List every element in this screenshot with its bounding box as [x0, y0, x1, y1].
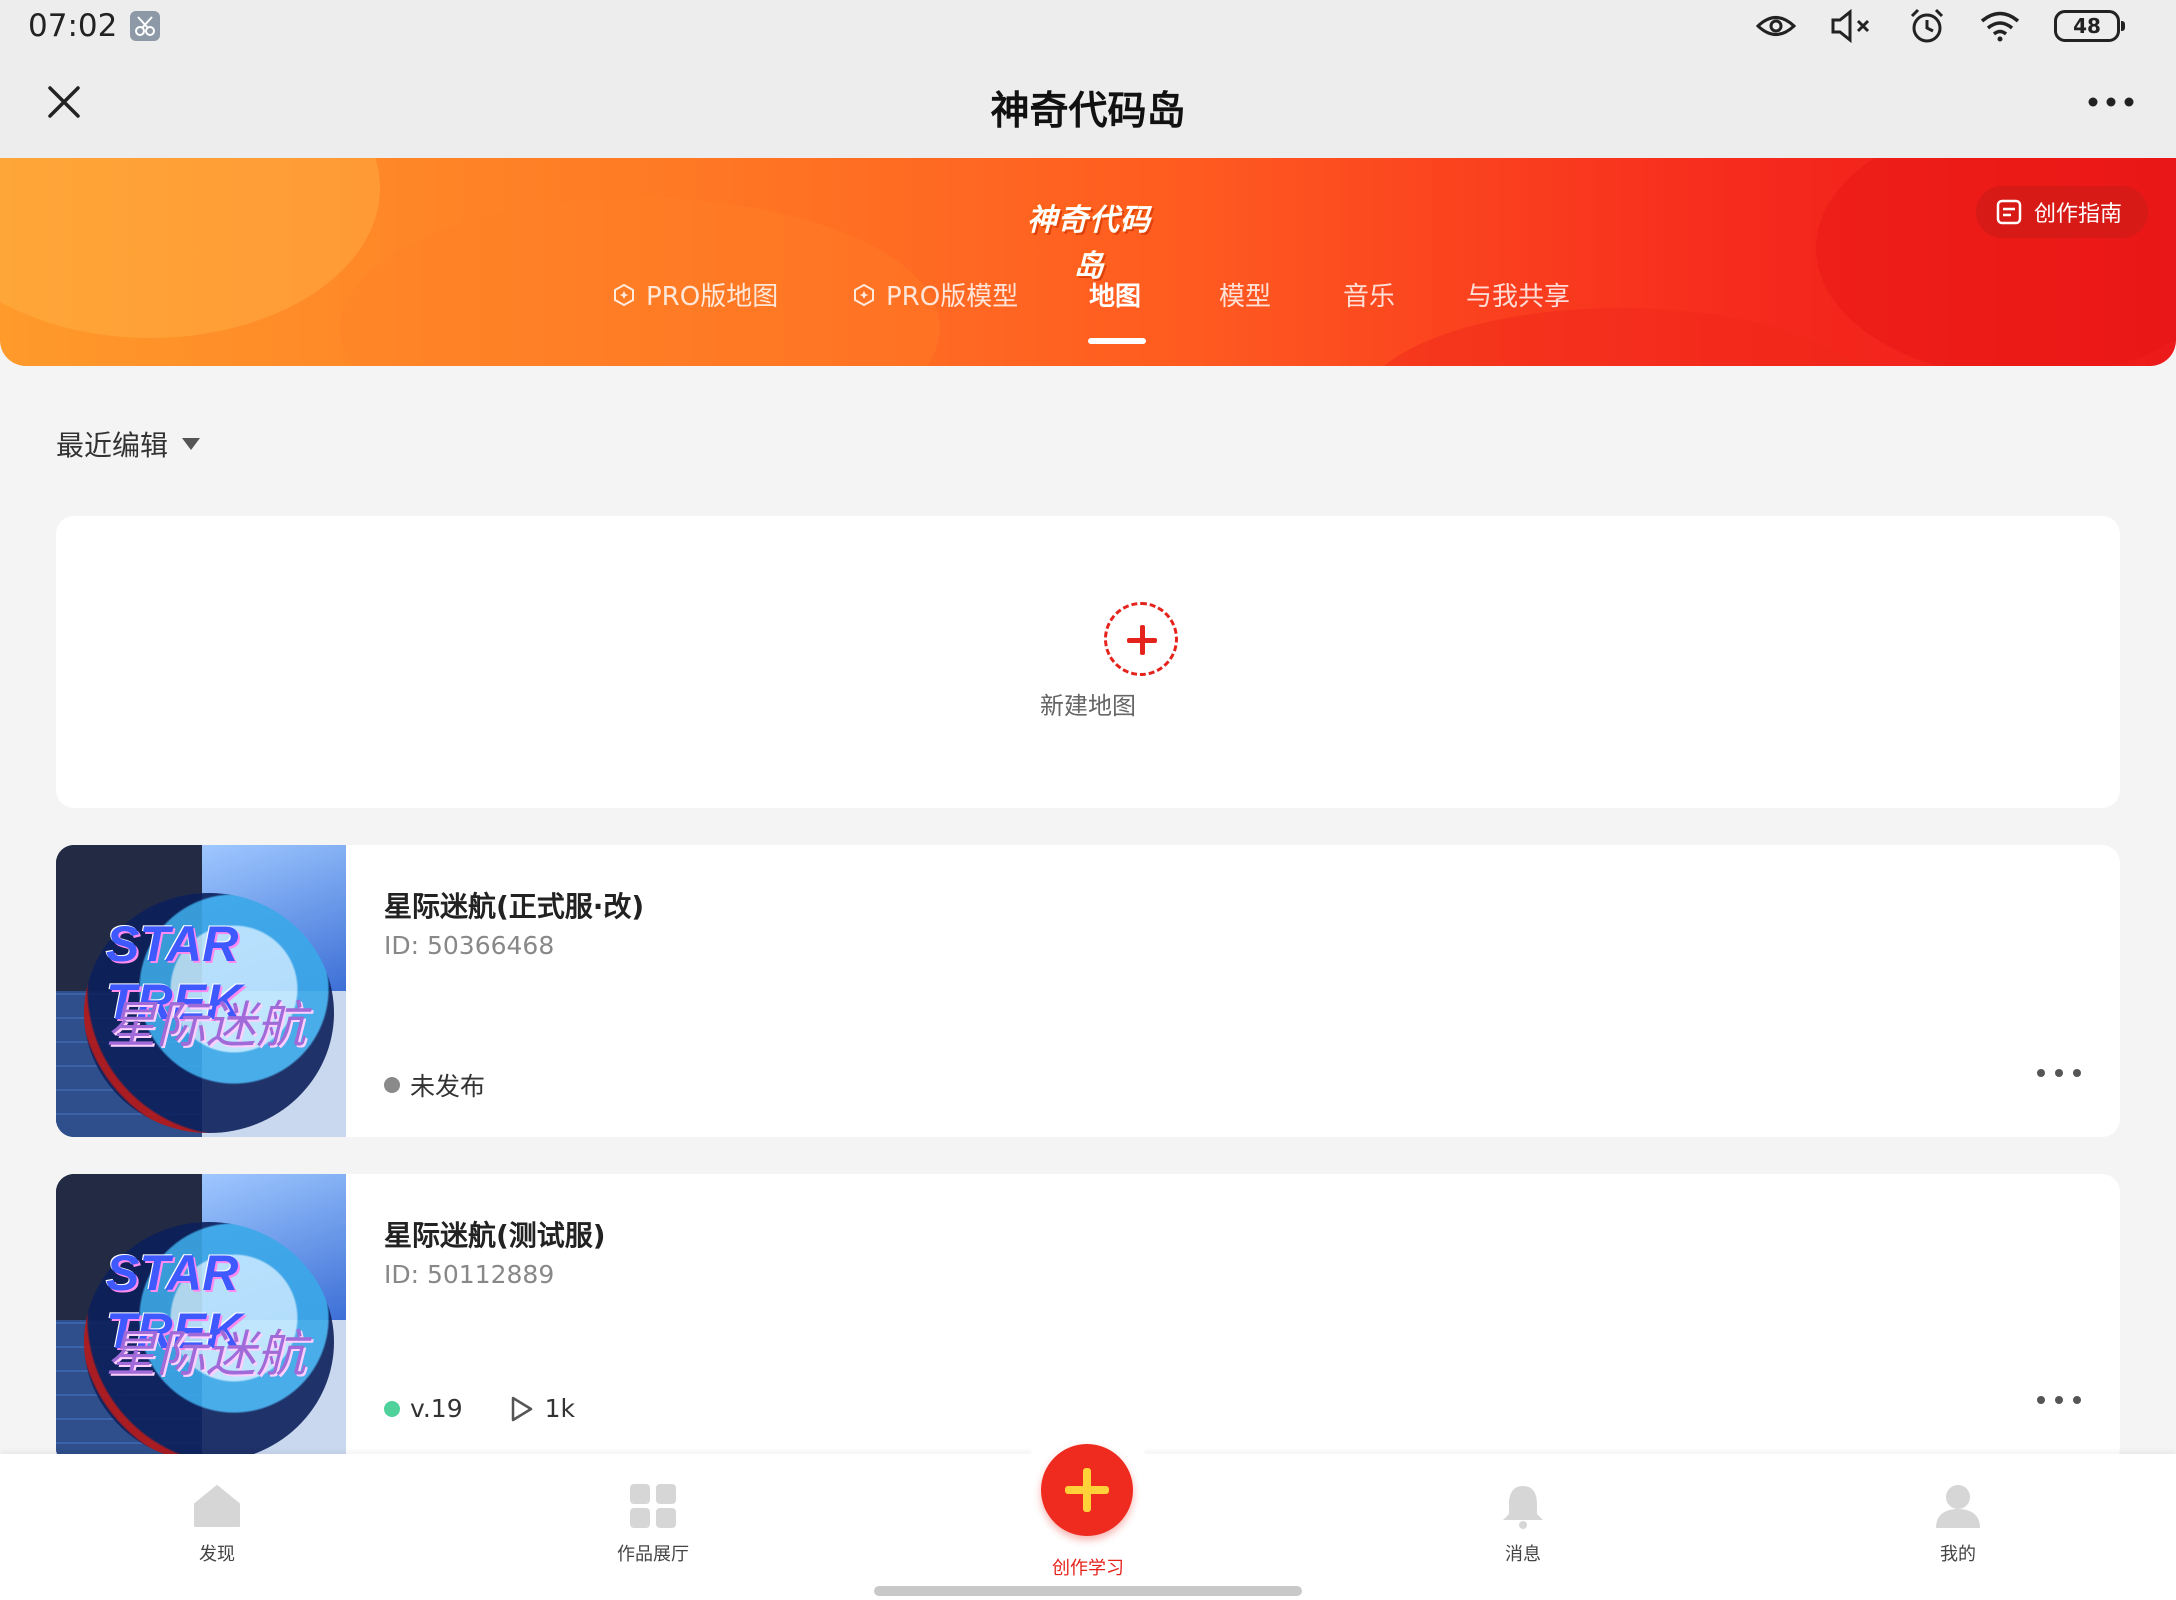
- map-title: 星际迷航(正式服·改): [384, 890, 645, 923]
- battery-level: 48: [2073, 14, 2101, 38]
- bell-icon: [1503, 1486, 1543, 1529]
- status-time: 07:02: [28, 8, 118, 44]
- new-map-card[interactable]: 新建地图: [56, 516, 2120, 808]
- tab-maps[interactable]: 地图: [1089, 276, 1141, 313]
- user-icon: [1936, 1485, 1980, 1528]
- nav-label: 发现: [199, 1544, 235, 1565]
- mute-icon: [1830, 9, 1874, 43]
- more-dots-icon: [2037, 1069, 2081, 1077]
- new-map-label: 新建地图: [1040, 692, 1136, 720]
- active-tab-indicator: [1088, 338, 1146, 344]
- tab-shared-with-me[interactable]: 与我共享: [1466, 276, 1570, 313]
- nav-messages[interactable]: 消息: [1443, 1482, 1603, 1566]
- nav-discover[interactable]: 发现: [137, 1482, 297, 1566]
- status-dot: [384, 1077, 400, 1093]
- map-card[interactable]: STAR TREK 星际迷航 星际迷航(正式服·改) ID: 50366468 …: [56, 845, 2120, 1137]
- scissors-icon: [130, 11, 160, 41]
- map-thumbnail: STAR TREK 星际迷航: [56, 845, 346, 1137]
- more-dots-icon: [2088, 97, 2134, 107]
- map-more-button[interactable]: [2034, 1392, 2084, 1408]
- pro-hexagon-icon: [854, 283, 874, 306]
- map-thumbnail: STAR TREK 星际迷航: [56, 1174, 346, 1466]
- wifi-icon: [1980, 10, 2020, 42]
- tab-label: PRO版地图: [646, 282, 779, 312]
- app-logo: 神奇代码岛: [1027, 203, 1151, 284]
- map-status: 未发布: [384, 1067, 485, 1103]
- nav-create-learn[interactable]: 创作学习: [1008, 1554, 1168, 1580]
- nav-gallery[interactable]: 作品展厅: [573, 1482, 733, 1566]
- home-indicator[interactable]: [874, 1586, 1302, 1596]
- more-menu-button[interactable]: [2086, 90, 2136, 114]
- status-dot: [384, 1400, 400, 1417]
- map-id: ID: 50366468: [384, 931, 555, 960]
- header-banner: 神奇代码岛 创作指南 PRO版地图 PRO版模型 地图 模型 音乐 与我共享: [0, 158, 2176, 366]
- play-count: 1k: [509, 1394, 575, 1423]
- nav-label: 作品展厅: [617, 1544, 689, 1565]
- battery-icon: 48: [2054, 10, 2125, 42]
- tab-label: 与我共享: [1466, 282, 1571, 312]
- status-label: 未发布: [410, 1072, 486, 1101]
- sort-label: 最近编辑: [56, 429, 169, 462]
- add-icon: [1104, 602, 1178, 676]
- grid-icon: [630, 1484, 676, 1528]
- pro-hexagon-icon: [614, 283, 634, 306]
- tab-bar: PRO版地图 PRO版模型 地图 模型 音乐 与我共享: [0, 276, 2176, 338]
- map-title: 星际迷航(测试服): [384, 1219, 606, 1252]
- map-status: v.19 1k: [384, 1394, 575, 1423]
- page-title: 神奇代码岛: [990, 89, 1186, 134]
- nav-label: 消息: [1505, 1544, 1541, 1565]
- tab-pro-models[interactable]: PRO版模型: [852, 276, 1018, 313]
- document-icon: [1996, 199, 2022, 225]
- map-more-button[interactable]: [2034, 1065, 2084, 1081]
- tab-label: 模型: [1219, 282, 1272, 312]
- nav-label: 创作学习: [1052, 1558, 1124, 1579]
- alarm-icon: [1908, 7, 1946, 45]
- eye-icon: [1756, 13, 1796, 39]
- tab-label: 地图: [1089, 282, 1142, 312]
- tab-label: 音乐: [1343, 282, 1396, 312]
- creation-guide-label: 创作指南: [2033, 202, 2122, 227]
- status-bar: 07:02 48: [0, 0, 2176, 50]
- home-icon: [194, 1485, 240, 1527]
- map-id: ID: 50112889: [384, 1260, 555, 1289]
- thumbnail-text-zh: 星际迷航: [106, 996, 306, 1054]
- creation-guide-button[interactable]: 创作指南: [1975, 186, 2148, 238]
- sort-dropdown[interactable]: 最近编辑: [56, 424, 201, 464]
- title-bar: 神奇代码岛: [0, 50, 2176, 158]
- tab-music[interactable]: 音乐: [1343, 276, 1395, 313]
- caret-down-icon: [182, 438, 201, 450]
- tab-models[interactable]: 模型: [1219, 276, 1271, 313]
- tab-pro-maps[interactable]: PRO版地图: [612, 276, 778, 313]
- thumbnail-text-zh: 星际迷航: [106, 1325, 306, 1383]
- nav-profile[interactable]: 我的: [1878, 1482, 2038, 1566]
- play-count-value: 1k: [544, 1394, 576, 1423]
- version-label: v.19: [410, 1394, 463, 1423]
- more-dots-icon: [2037, 1396, 2081, 1404]
- status-icons: 48: [1756, 6, 2125, 46]
- play-icon: [511, 1396, 532, 1421]
- create-fab-button[interactable]: [1041, 1444, 1133, 1536]
- tab-label: PRO版模型: [886, 282, 1019, 312]
- nav-label: 我的: [1940, 1544, 1976, 1565]
